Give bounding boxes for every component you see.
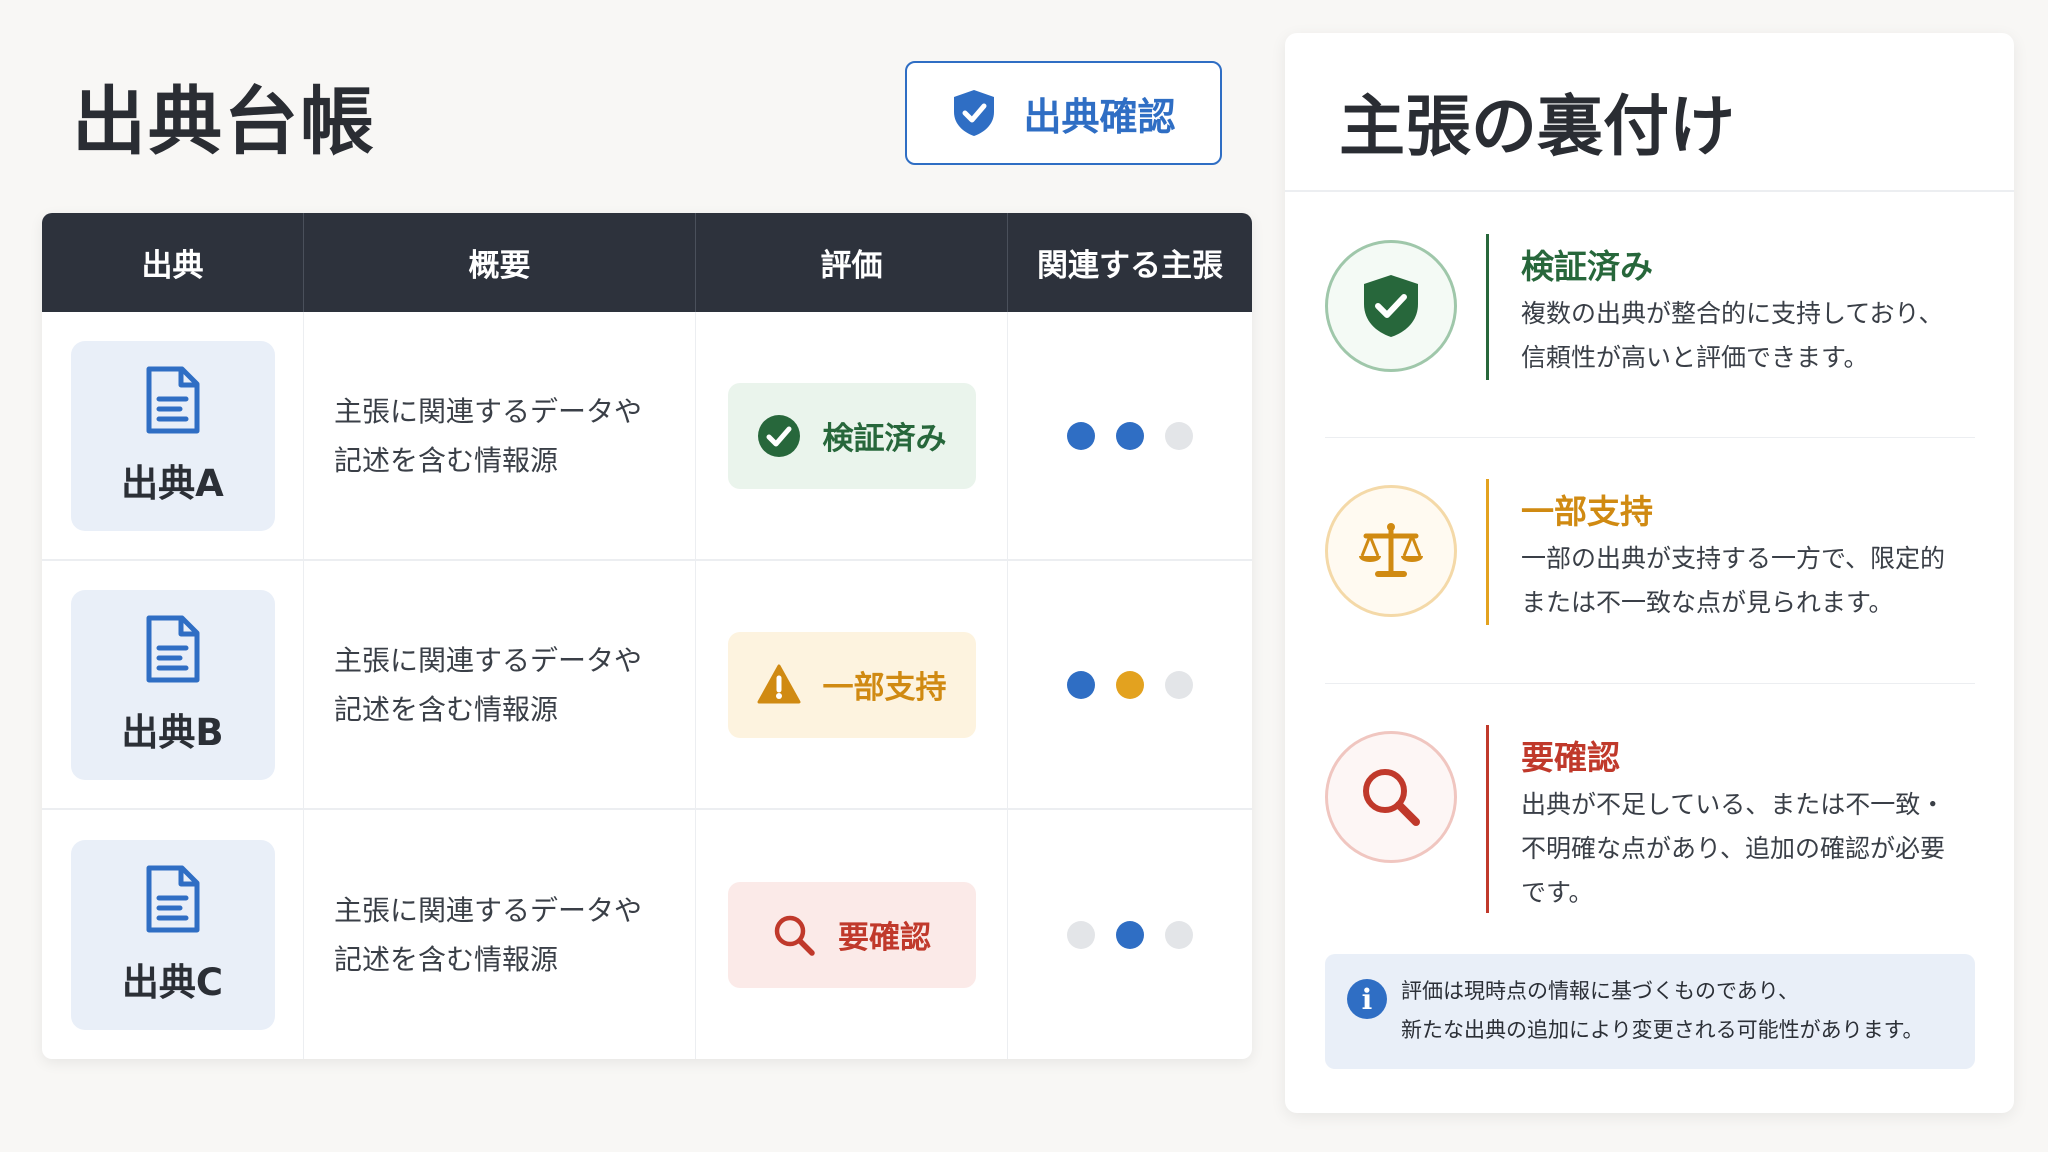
claim-dot-filled — [1116, 421, 1144, 450]
table-header: 出典 概要 評価 関連する主張 — [42, 213, 1252, 312]
source-ledger-table: 出典 概要 評価 関連する主張 出典A 主張に関連するデータや 記述を含む情報源 — [42, 213, 1252, 1059]
source-cell: 出典B — [42, 561, 304, 808]
status-badge-partial: 一部支持 — [727, 631, 976, 738]
source-tile[interactable]: 出典B — [70, 589, 275, 780]
related-claims-cell — [1008, 561, 1252, 808]
claim-dot-filled — [1116, 920, 1144, 949]
source-cell: 出典C — [42, 810, 304, 1059]
document-icon — [146, 366, 199, 433]
legend-description: 一部の出典が支持する一方で、限定的 または不一致な点が見られます。 — [1521, 544, 1946, 617]
claim-dot-empty — [1165, 920, 1193, 949]
magnifier-icon — [774, 915, 815, 956]
legend-icon-circle — [1325, 731, 1457, 863]
claim-dot-filled — [1067, 421, 1095, 450]
legend-icon-circle — [1325, 240, 1457, 372]
source-name: 出典C — [121, 960, 224, 1004]
summary-cell: 主張に関連するデータや 記述を含む情報源 — [304, 312, 696, 559]
verify-button-label: 出典確認 — [1023, 94, 1176, 139]
legend-label: 検証済み — [1521, 247, 1653, 286]
legend-item-partial: 一部支持 一部の出典が支持する一方で、限定的 または不一致な点が見られます。 — [1325, 479, 1975, 685]
source-name: 出典A — [121, 461, 224, 505]
shield-check-icon — [1364, 275, 1418, 337]
panel-title: 主張の裏付け — [1339, 87, 1735, 165]
note-text: 評価は現時点の情報に基づくものであり、 新たな出典の追加により変更される可能性が… — [1401, 979, 1924, 1042]
legend-description: 出典が不足している、または不一致・ 不明確な点があり、追加の確認が必要 です。 — [1521, 790, 1946, 907]
document-icon — [146, 615, 199, 682]
summary-text: 主張に関連するデータや 記述を含む情報源 — [334, 643, 643, 726]
check-circle-icon — [757, 414, 800, 457]
claim-dot-empty — [1165, 421, 1193, 450]
claim-dot-filled — [1067, 670, 1095, 699]
status-badge-verified: 検証済み — [727, 382, 976, 489]
evaluation-cell: 一部支持 — [696, 561, 1008, 808]
evaluation-cell: 要確認 — [696, 810, 1008, 1059]
source-tile[interactable]: 出典A — [70, 340, 275, 531]
shield-check-icon — [954, 90, 995, 136]
table-row[interactable]: 出典B 主張に関連するデータや 記述を含む情報源 一部支持 — [42, 561, 1252, 810]
status-label: 一部支持 — [822, 670, 947, 706]
legend-accent-bar — [1486, 725, 1489, 913]
legend-item-review: 要確認 出典が不足している、または不一致・ 不明確な点があり、追加の確認が必要 … — [1325, 725, 1975, 931]
table-row[interactable]: 出典A 主張に関連するデータや 記述を含む情報源 検証済み — [42, 312, 1252, 561]
source-cell: 出典A — [42, 312, 304, 559]
divider — [1285, 190, 2014, 192]
legend-icon-circle — [1325, 485, 1457, 617]
column-header-evaluation[interactable]: 評価 — [696, 213, 1008, 312]
source-tile[interactable]: 出典C — [70, 839, 275, 1030]
page-title: 出典台帳 — [72, 79, 376, 165]
claim-dot-empty — [1165, 670, 1193, 699]
related-claims-cell — [1008, 810, 1252, 1059]
legend-description: 複数の出典が整合的に支持しており、 信頼性が高いと評価できます。 — [1521, 299, 1944, 372]
summary-text: 主張に関連するデータや 記述を含む情報源 — [334, 394, 643, 477]
magnifier-icon — [1363, 769, 1420, 826]
status-label: 検証済み — [822, 421, 947, 457]
legend-label: 要確認 — [1521, 738, 1620, 777]
scale-icon — [1359, 523, 1423, 577]
warning-icon — [757, 664, 800, 703]
summary-cell: 主張に関連するデータや 記述を含む情報源 — [304, 561, 696, 808]
info-icon: i — [1347, 979, 1387, 1019]
legend-label: 一部支持 — [1521, 492, 1653, 531]
column-header-summary[interactable]: 概要 — [304, 213, 696, 312]
source-name: 出典B — [121, 710, 224, 754]
legend-item-verified: 検証済み 複数の出典が整合的に支持しており、 信頼性が高いと評価できます。 — [1325, 234, 1975, 440]
evaluation-cell: 検証済み — [696, 312, 1008, 559]
divider — [1325, 437, 1975, 438]
summary-cell: 主張に関連するデータや 記述を含む情報源 — [304, 810, 696, 1059]
claim-dot-partial — [1116, 670, 1144, 699]
claim-support-panel: 主張の裏付け 検証済み 複数の出典が整合的に支持しており、 信頼性が高いと評価で… — [1285, 33, 2014, 1113]
column-header-source[interactable]: 出典 — [42, 213, 304, 312]
column-header-related-claims[interactable]: 関連する主張 — [1008, 213, 1252, 312]
info-note: i 評価は現時点の情報に基づくものであり、 新たな出典の追加により変更される可能… — [1325, 954, 1975, 1069]
verify-sources-button[interactable]: 出典確認 — [905, 61, 1222, 165]
table-row[interactable]: 出典C 主張に関連するデータや 記述を含む情報源 要確認 — [42, 810, 1252, 1059]
document-icon — [146, 865, 199, 932]
summary-text: 主張に関連するデータや 記述を含む情報源 — [334, 893, 643, 976]
legend-accent-bar — [1486, 234, 1489, 380]
divider — [1325, 683, 1975, 684]
claim-dot-empty — [1067, 920, 1095, 949]
legend-accent-bar — [1486, 479, 1489, 625]
related-claims-cell — [1008, 312, 1252, 559]
status-label: 要確認 — [838, 920, 931, 956]
status-badge-review: 要確認 — [727, 881, 976, 988]
